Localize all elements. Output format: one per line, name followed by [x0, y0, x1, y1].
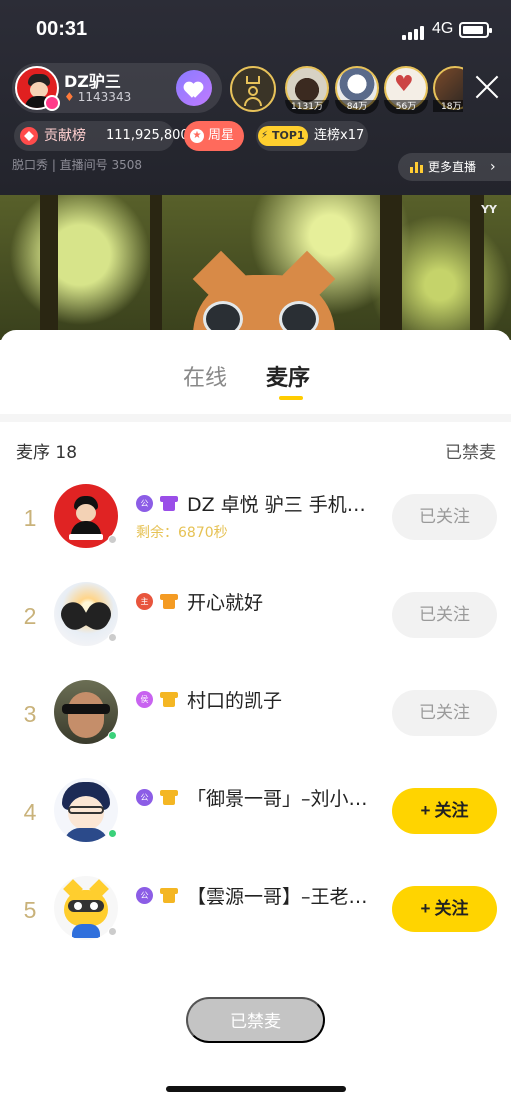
queue-row[interactable]: 3 侯 村口的凯子 已关注 — [0, 671, 511, 769]
queue-row[interactable]: 1 公 DZ 卓悦 驴三 手机号码 丶 18 剩余：6870秒 已关注 — [0, 475, 511, 573]
queue-rank: 3 — [23, 701, 37, 727]
battery-icon — [459, 22, 492, 38]
vip-shirt-icon — [160, 788, 178, 806]
viewer-avatar[interactable]: 56万 — [384, 66, 428, 114]
plus-icon: + — [420, 801, 431, 820]
network-label: 4G — [432, 20, 454, 37]
followed-button[interactable]: 已关注 — [392, 690, 497, 736]
follow-button[interactable]: + 关注 — [392, 886, 497, 932]
viewer-avatar[interactable]: 84万 — [335, 66, 379, 114]
muted-status: 已禁麦 — [445, 443, 496, 463]
close-icon[interactable] — [470, 70, 504, 104]
online-status-dot — [108, 535, 117, 544]
queue-rank: 2 — [23, 603, 37, 629]
weekly-star-chip[interactable]: ★ 周星 — [184, 121, 244, 151]
user-name: 开心就好 — [187, 592, 264, 614]
user-name: 【雲源一哥】–王老五的挚友 — [187, 886, 377, 908]
noble-level-icon: 主 — [136, 593, 153, 610]
user-name: 村口的凯子 — [187, 690, 283, 712]
noble-level-icon: 公 — [136, 789, 153, 806]
star-icon: ★ — [190, 129, 204, 143]
chevron-right-icon: › — [490, 159, 496, 175]
host-fans: ♦ 1143343 — [64, 90, 131, 104]
online-status-dot — [108, 633, 117, 642]
viewer-count: 1131万 — [285, 100, 329, 114]
followed-button[interactable]: 已关注 — [392, 494, 497, 540]
signal-icon — [402, 26, 426, 40]
online-status-dot — [108, 829, 117, 838]
rank-label: 贡献榜 — [44, 128, 86, 144]
status-bar: 00:31 4G — [0, 0, 511, 60]
follow-label: 关注 — [434, 801, 469, 820]
more-live-button[interactable]: 更多直播 › — [398, 153, 511, 181]
user-name: DZ 卓悦 驴三 手机号码 丶 18 — [187, 494, 377, 516]
user-name: 「御景一哥」–刘小毛的挚友 — [187, 788, 377, 810]
host-badge-icon — [44, 95, 60, 111]
crown-seat-icon[interactable] — [230, 66, 276, 112]
host-fans-count: 1143343 — [77, 90, 132, 104]
online-status-dot — [108, 927, 117, 936]
plus-icon: + — [420, 899, 431, 918]
divider — [0, 414, 511, 422]
mic-disabled-button[interactable]: 已禁麦 — [186, 997, 325, 1043]
viewer-avatar[interactable]: 18万 — [433, 66, 463, 112]
follow-label: 关注 — [434, 899, 469, 918]
live-room-header: 00:31 4G DZ驴三 ♦1143343 1131万 84万 56万 18万… — [0, 0, 511, 195]
queue-rank: 5 — [23, 897, 37, 923]
followed-button[interactable]: 已关注 — [392, 592, 497, 638]
weekly-star-label: 周星 — [208, 128, 235, 143]
noble-level-icon: 侯 — [136, 691, 153, 708]
viewer-avatar[interactable]: 1131万 — [285, 66, 329, 114]
vip-shirt-icon — [160, 494, 178, 512]
queue-rank: 4 — [23, 799, 37, 825]
watermark-logo: YY — [481, 203, 497, 216]
noble-level-icon: 公 — [136, 887, 153, 904]
flame-icon: ♦ — [64, 90, 75, 104]
vip-shirt-icon — [160, 690, 178, 708]
tab-mic-queue[interactable]: 麦序 — [266, 360, 310, 392]
room-info: 脱口秀 | 直播间号 3508 — [12, 158, 143, 172]
vip-shirt-icon — [160, 886, 178, 904]
tab-online[interactable]: 在线 — [183, 360, 227, 392]
streak-label: 连榜x17 — [314, 128, 365, 143]
rank-value: 111,925,800 — [106, 128, 189, 143]
viewer-count: 56万 — [384, 100, 428, 114]
vip-shirt-icon — [160, 592, 178, 610]
host-name: DZ驴三 — [64, 72, 121, 91]
queue-rank: 1 — [23, 505, 37, 531]
queue-count: 麦序 18 — [16, 443, 78, 463]
top-badge: TOP1 — [258, 126, 308, 146]
viewer-count: 84万 — [335, 100, 379, 114]
remaining-time: 剩余：6870秒 — [136, 525, 228, 541]
follow-button[interactable]: + 关注 — [392, 788, 497, 834]
viewer-count: 18万 — [433, 100, 463, 112]
live-video[interactable]: YY — [0, 195, 511, 340]
noble-level-icon: 公 — [136, 495, 153, 512]
queue-row[interactable]: 2 主 开心就好 已关注 — [0, 573, 511, 671]
more-live-label: 更多直播 — [428, 160, 477, 174]
active-tab-indicator — [279, 396, 303, 400]
top-streak-chip[interactable]: TOP1 连榜x17 — [256, 121, 368, 151]
home-indicator[interactable] — [166, 1086, 346, 1092]
bar-chart-icon — [410, 162, 423, 173]
mic-queue-panel: 在线 麦序 麦序 18 已禁麦 1 公 DZ 卓悦 驴三 手机号码 丶 18 剩… — [0, 330, 511, 1105]
online-status-dot — [108, 731, 117, 740]
queue-row[interactable]: 4 公 「御景一哥」–刘小毛的挚友 +关注 — [0, 769, 511, 867]
follow-host-heart-icon[interactable] — [176, 70, 212, 106]
status-time: 00:31 — [36, 18, 88, 40]
diamond-icon — [20, 127, 38, 145]
queue-row[interactable]: 5 公 【雲源一哥】–王老五的挚友 +关注 — [0, 867, 511, 965]
contribution-rank-chip[interactable]: 贡献榜 111,925,800 — [14, 121, 189, 151]
